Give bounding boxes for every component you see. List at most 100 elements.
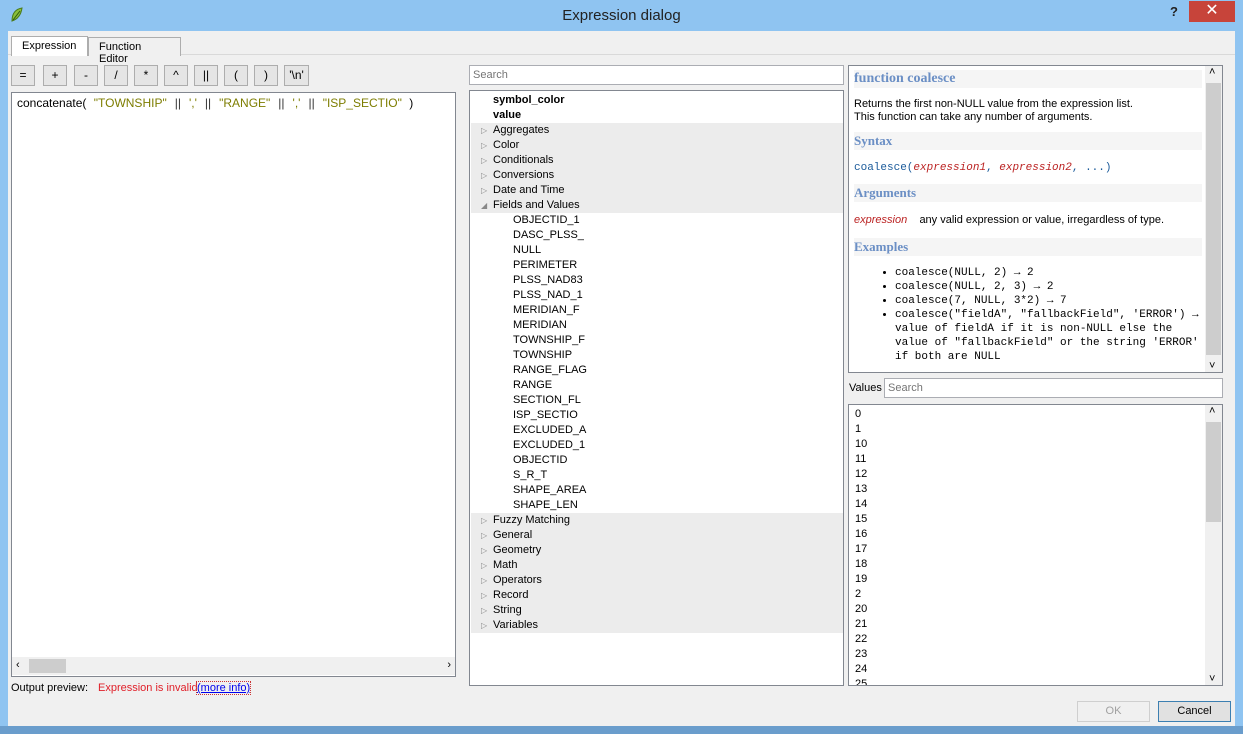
values-list[interactable]: 0 1 10 11 12 13 14 15 16 17 18 19 2 20 21 22 23 24 25 — [848, 404, 1223, 686]
operator-button[interactable]: - — [74, 65, 98, 86]
tree-item[interactable]: OBJECTID — [471, 453, 843, 468]
tree-item[interactable]: ▷ Fuzzy Matching — [471, 513, 843, 528]
tree-item[interactable]: ▷ Aggregates — [471, 123, 843, 138]
tree-item[interactable]: SHAPE_LEN — [471, 498, 843, 513]
operator-button[interactable]: ( — [224, 65, 248, 86]
scroll-up-icon[interactable]: ˄ — [1209, 405, 1215, 417]
value-item[interactable]: 24 — [855, 662, 867, 677]
value-item[interactable]: 18 — [855, 557, 867, 572]
tree-item[interactable]: MERIDIAN — [471, 318, 843, 333]
operator-button[interactable]: ) — [254, 65, 278, 86]
value-item[interactable]: 2 — [855, 587, 861, 602]
value-item[interactable]: 13 — [855, 482, 867, 497]
tree-item[interactable]: ▷ General — [471, 528, 843, 543]
tree-item[interactable]: RANGE — [471, 378, 843, 393]
expand-arrow-icon[interactable]: ▷ — [481, 123, 487, 138]
help-scroll-thumb[interactable] — [1206, 83, 1221, 355]
tree-item[interactable]: TOWNSHIP_F — [471, 333, 843, 348]
value-item[interactable]: 17 — [855, 542, 867, 557]
value-item[interactable]: 15 — [855, 512, 867, 527]
value-item[interactable]: 19 — [855, 572, 867, 587]
value-item[interactable]: 12 — [855, 467, 867, 482]
tree-item[interactable]: ▷ Variables — [471, 618, 843, 633]
expression-editor[interactable]: concatenate( "TOWNSHIP" || ',' || "RANGE" || '… — [11, 92, 456, 677]
scroll-thumb[interactable] — [29, 659, 66, 673]
value-item[interactable]: 0 — [855, 407, 861, 422]
tree-item[interactable]: ▷ Geometry — [471, 543, 843, 558]
values-search-input[interactable] — [884, 378, 1223, 398]
value-item[interactable]: 10 — [855, 437, 867, 452]
value-item[interactable]: 20 — [855, 602, 867, 617]
more-info-link[interactable]: (more info) — [195, 681, 252, 695]
tree-item[interactable]: ▷ Conditionals — [471, 153, 843, 168]
collapse-arrow-icon[interactable]: ◢ — [481, 198, 487, 213]
expand-arrow-icon[interactable]: ▷ — [481, 573, 487, 588]
operator-button[interactable]: * — [134, 65, 158, 86]
expand-arrow-icon[interactable]: ▷ — [481, 183, 487, 198]
tree-item[interactable]: DASC_PLSS_ — [471, 228, 843, 243]
expand-arrow-icon[interactable]: ▷ — [481, 138, 487, 153]
tree-item[interactable]: symbol_color — [471, 93, 843, 108]
tree-item[interactable]: OBJECTID_1 — [471, 213, 843, 228]
tree-item[interactable]: value — [471, 108, 843, 123]
expand-arrow-icon[interactable]: ▷ — [481, 528, 487, 543]
tree-item[interactable]: EXCLUDED_A — [471, 423, 843, 438]
tree-item[interactable]: ▷ Date and Time — [471, 183, 843, 198]
scroll-left-icon[interactable]: ‹ — [16, 659, 20, 671]
function-search-input[interactable] — [469, 65, 844, 85]
operator-button[interactable]: = — [11, 65, 35, 86]
expand-arrow-icon[interactable]: ▷ — [481, 618, 487, 633]
expand-arrow-icon[interactable]: ▷ — [481, 558, 487, 573]
tree-item[interactable]: TOWNSHIP — [471, 348, 843, 363]
value-item[interactable]: 23 — [855, 647, 867, 662]
value-item[interactable]: 14 — [855, 497, 867, 512]
value-item[interactable]: 16 — [855, 527, 867, 542]
scroll-right-icon[interactable]: › — [447, 659, 451, 671]
tree-item[interactable]: ▷ Conversions — [471, 168, 843, 183]
operator-button[interactable]: + — [43, 65, 67, 86]
editor-horizontal-scrollbar[interactable]: ‹ › — [12, 657, 455, 675]
tree-item[interactable]: NULL — [471, 243, 843, 258]
scroll-up-icon[interactable]: ˄ — [1209, 66, 1215, 78]
expand-arrow-icon[interactable]: ▷ — [481, 603, 487, 618]
value-item[interactable]: 11 — [855, 452, 866, 467]
expand-arrow-icon[interactable]: ▷ — [481, 588, 487, 603]
operator-button[interactable]: '\n' — [284, 65, 309, 86]
tree-item[interactable]: ▷ Color — [471, 138, 843, 153]
values-scrollbar[interactable]: ˄ ˅ — [1205, 405, 1222, 685]
tree-item[interactable]: MERIDIAN_F — [471, 303, 843, 318]
tree-item[interactable]: RANGE_FLAG — [471, 363, 843, 378]
tree-item[interactable]: SECTION_FL — [471, 393, 843, 408]
tree-item[interactable]: SHAPE_AREA — [471, 483, 843, 498]
tree-item[interactable]: ▷ Record — [471, 588, 843, 603]
scroll-down-icon[interactable]: ˅ — [1209, 673, 1215, 685]
ok-button[interactable]: OK — [1077, 701, 1150, 722]
value-item[interactable]: 25 — [855, 677, 867, 685]
tree-item[interactable]: EXCLUDED_1 — [471, 438, 843, 453]
operator-button[interactable]: / — [104, 65, 128, 86]
value-item[interactable]: 22 — [855, 632, 867, 647]
operator-button[interactable]: || — [194, 65, 218, 86]
expand-arrow-icon[interactable]: ▷ — [481, 153, 487, 168]
tab-function-editor[interactable]: Function Editor — [88, 37, 181, 65]
operator-button[interactable]: ^ — [164, 65, 188, 86]
tree-item[interactable]: PLSS_NAD83 — [471, 273, 843, 288]
tree-item[interactable]: ▷ Math — [471, 558, 843, 573]
tree-item[interactable]: ISP_SECTIO — [471, 408, 843, 423]
tab-expression[interactable]: Expression — [11, 36, 88, 56]
tree-item[interactable]: S_R_T — [471, 468, 843, 483]
tree-item[interactable]: ▷ String — [471, 603, 843, 618]
values-scroll-thumb[interactable] — [1206, 422, 1221, 522]
expand-arrow-icon[interactable]: ▷ — [481, 168, 487, 183]
tree-item[interactable]: PLSS_NAD_1 — [471, 288, 843, 303]
tree-item[interactable]: ▷ Operators — [471, 573, 843, 588]
tree-item[interactable]: ◢ Fields and Values — [471, 198, 843, 213]
value-item[interactable]: 21 — [855, 617, 867, 632]
cancel-button[interactable]: Cancel — [1158, 701, 1231, 722]
help-button[interactable]: ? — [1170, 4, 1178, 19]
close-button[interactable]: ✕ — [1189, 1, 1235, 22]
tree-item[interactable]: PERIMETER — [471, 258, 843, 273]
scroll-down-icon[interactable]: ˅ — [1209, 360, 1215, 372]
help-scrollbar[interactable]: ˄ ˅ — [1205, 66, 1222, 372]
expand-arrow-icon[interactable]: ▷ — [481, 543, 487, 558]
